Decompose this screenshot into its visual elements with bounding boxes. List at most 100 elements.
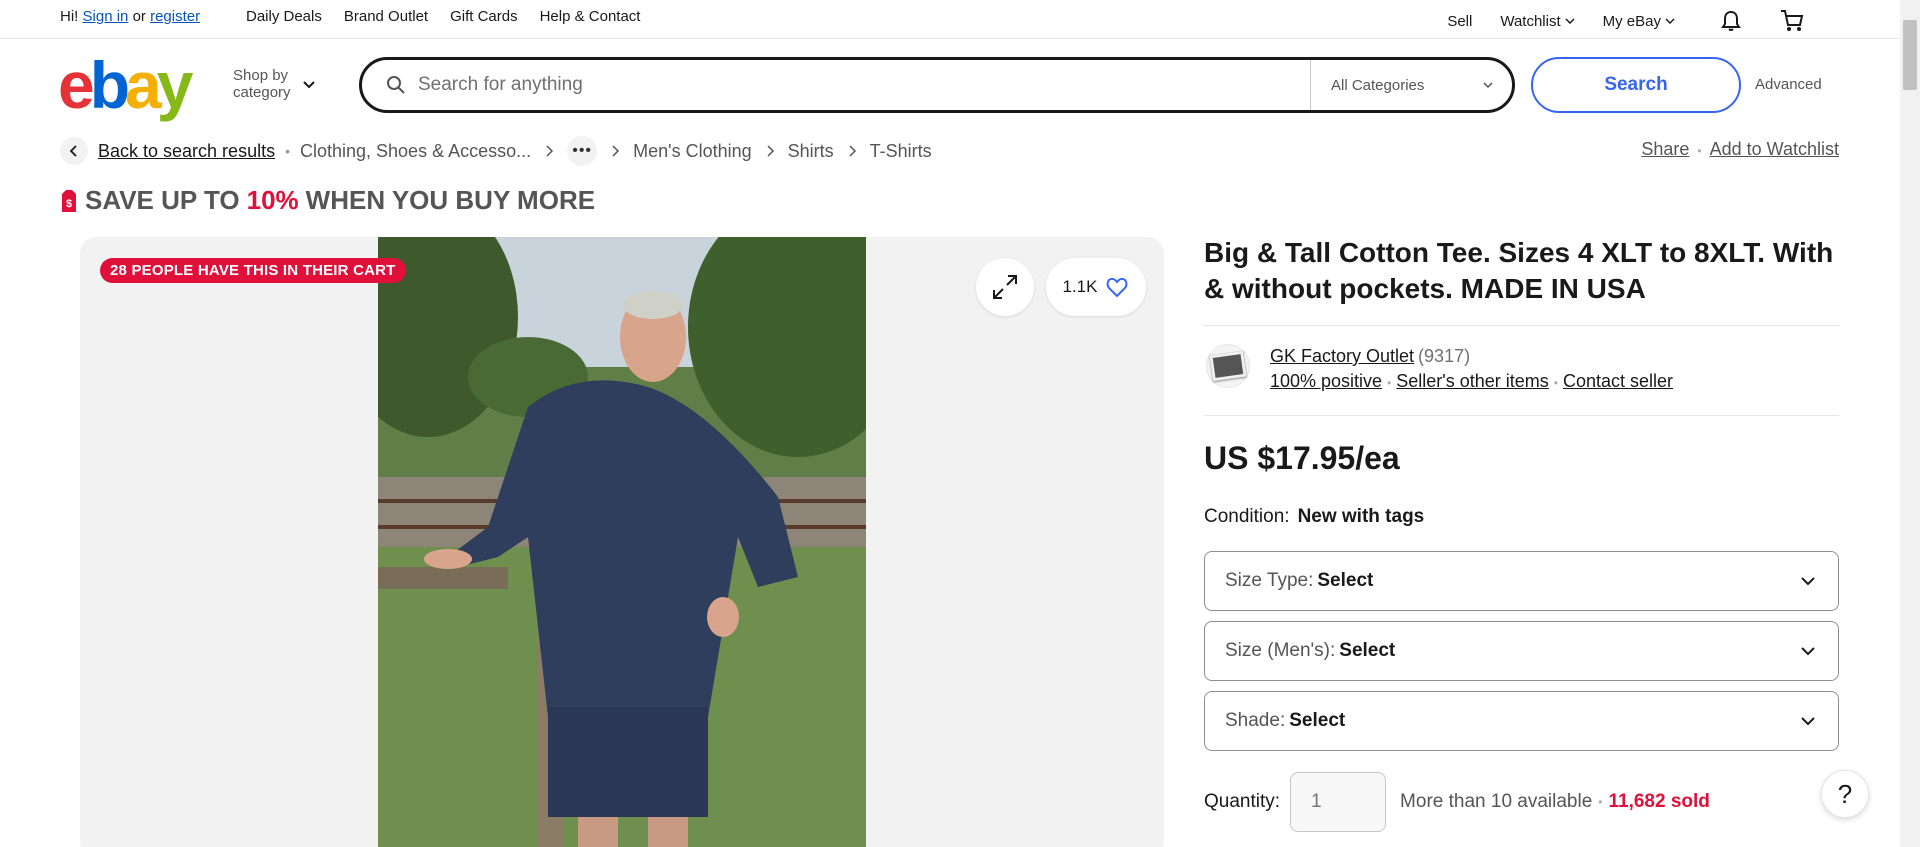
search-input[interactable] xyxy=(418,74,1298,96)
image-gallery: 28 PEOPLE HAVE THIS IN THEIR CART 1.1K xyxy=(80,237,1164,847)
quantity-input[interactable] xyxy=(1290,772,1387,832)
quantity-label: Quantity: xyxy=(1204,791,1281,812)
page-scrollbar[interactable] xyxy=(1900,0,1920,847)
dot-separator: • xyxy=(285,143,290,159)
heart-icon xyxy=(1106,277,1128,298)
quantity-row: Quantity: More than 10 available • 11,68… xyxy=(1204,772,1710,832)
chevron-down-icon xyxy=(1801,647,1815,656)
shop-by-line1: Shop by xyxy=(233,67,289,84)
sign-in-link[interactable]: Sign in xyxy=(83,8,129,25)
gift-cards-link[interactable]: Gift Cards xyxy=(450,8,518,25)
dot-separator: • xyxy=(1387,376,1392,390)
divider xyxy=(1204,325,1839,326)
cart-icon[interactable] xyxy=(1779,8,1805,34)
chevron-down-icon xyxy=(302,81,315,89)
watcher-count: 1.1K xyxy=(1062,277,1098,296)
promo-percent: 10% xyxy=(246,185,299,215)
condition-label: Condition: xyxy=(1204,506,1290,527)
help-icon: ? xyxy=(1837,778,1853,809)
shop-by-line2: category xyxy=(233,84,291,101)
logo-letter-e: e xyxy=(58,48,95,122)
chevron-down-icon xyxy=(1565,18,1575,25)
svg-text:$: $ xyxy=(66,198,72,210)
brand-outlet-link[interactable]: Brand Outlet xyxy=(344,8,428,25)
breadcrumb-item-clothing[interactable]: Clothing, Shoes & Accesso... xyxy=(300,141,531,162)
share-link[interactable]: Share xyxy=(1641,139,1689,159)
tag-icon: $ xyxy=(62,189,76,212)
logo-letter-b: b xyxy=(89,48,130,122)
item-title: Big & Tall Cotton Tee. Sizes 4 XLT to 8X… xyxy=(1204,237,1834,304)
greeting-text: Hi! xyxy=(60,8,79,25)
expand-image-button[interactable] xyxy=(976,258,1034,316)
breadcrumb-item-shirts[interactable]: Shirts xyxy=(788,141,834,162)
shop-by-label: Shop by category xyxy=(233,67,291,101)
select-label: Size Type: xyxy=(1225,570,1314,591)
shade-select[interactable]: Shade: Select xyxy=(1204,691,1839,751)
product-photo[interactable] xyxy=(378,237,866,847)
watch-button[interactable]: 1.1K xyxy=(1046,258,1146,316)
select-value: Select xyxy=(1317,570,1374,591)
daily-deals-link[interactable]: Daily Deals xyxy=(246,8,322,25)
select-label: Size (Men's): xyxy=(1225,640,1336,661)
scrollbar-thumb[interactable] xyxy=(1903,20,1917,90)
chevron-down-icon xyxy=(1801,577,1815,586)
select-label: Shade: xyxy=(1225,710,1286,731)
positive-feedback-link[interactable]: 100% positive xyxy=(1270,371,1382,391)
register-link[interactable]: register xyxy=(150,8,200,25)
contact-seller-link[interactable]: Contact seller xyxy=(1563,371,1673,391)
help-contact-link[interactable]: Help & Contact xyxy=(540,8,641,25)
condition-row: Condition: New with tags xyxy=(1204,506,1424,528)
watchlist-menu[interactable]: Watchlist xyxy=(1500,12,1575,30)
seller-avatar-image xyxy=(1209,350,1247,382)
watchlist-label: Watchlist xyxy=(1500,12,1561,30)
help-button[interactable]: ? xyxy=(1821,770,1869,818)
search-icon xyxy=(387,76,405,94)
seller-info: GK Factory Outlet (9317) 100% positive • Se… xyxy=(1270,344,1673,396)
seller-other-items-link[interactable]: Seller's other items xyxy=(1396,371,1549,391)
sell-link[interactable]: Sell xyxy=(1447,13,1472,30)
breadcrumb: Back to search results • Clothing, Shoes… xyxy=(60,136,932,166)
breadcrumb-more-button[interactable]: ••• xyxy=(567,136,598,166)
breadcrumb-item-t-shirts[interactable]: T-Shirts xyxy=(870,141,932,162)
category-select[interactable]: All Categories xyxy=(1310,60,1512,110)
select-value: Select xyxy=(1339,640,1396,661)
breadcrumb-item-mens-clothing[interactable]: Men's Clothing xyxy=(633,141,752,162)
chevron-right-icon xyxy=(612,145,620,157)
condition-value: New with tags xyxy=(1297,506,1425,527)
seller-card: GK Factory Outlet (9317) 100% positive • Se… xyxy=(1206,344,1673,396)
or-text: or xyxy=(132,8,146,25)
back-to-search-link[interactable]: Back to search results xyxy=(98,141,275,162)
ebay-logo[interactable]: ebay xyxy=(58,52,193,118)
greeting-area: Hi! Sign in or register xyxy=(60,8,200,25)
chevron-down-icon xyxy=(1665,18,1675,25)
add-to-watchlist-link[interactable]: Add to Watchlist xyxy=(1710,139,1839,159)
top-nav-links: Daily Deals Brand Outlet Gift Cards Help… xyxy=(246,8,662,25)
sold-count: 11,682 sold xyxy=(1608,791,1710,812)
dot-separator: • xyxy=(1553,376,1558,390)
size-mens-select[interactable]: Size (Men's): Select xyxy=(1204,621,1839,681)
logo-letter-y: y xyxy=(156,48,194,122)
size-type-select[interactable]: Size Type: Select xyxy=(1204,551,1839,611)
my-ebay-label: My eBay xyxy=(1602,12,1661,30)
dot-separator: • xyxy=(1697,144,1702,158)
seller-name-link[interactable]: GK Factory Outlet xyxy=(1270,346,1414,366)
promo-text-post: WHEN YOU BUY MORE xyxy=(305,185,596,215)
chevron-down-icon xyxy=(1801,717,1815,726)
dot-separator: • xyxy=(1598,795,1603,809)
search-button[interactable]: Search xyxy=(1531,57,1741,113)
chevron-right-icon xyxy=(767,145,774,157)
advanced-search-link[interactable]: Advanced xyxy=(1755,76,1822,93)
bell-icon[interactable] xyxy=(1719,9,1743,33)
promo-banner: $ SAVE UP TO 10% WHEN YOU BUY MORE xyxy=(60,185,595,216)
cart-count-badge: 28 PEOPLE HAVE THIS IN THEIR CART xyxy=(100,258,406,283)
search-bar: All Categories xyxy=(359,57,1515,113)
my-ebay-menu[interactable]: My eBay xyxy=(1603,13,1675,30)
top-utility-bar: Hi! Sign in or register Daily Deals Bran… xyxy=(0,0,1900,39)
share-watch-links: Share • Add to Watchlist xyxy=(1641,139,1839,160)
logo-letter-a: a xyxy=(125,48,162,122)
seller-avatar[interactable] xyxy=(1206,344,1250,388)
availability-text: More than 10 available xyxy=(1400,791,1593,812)
seller-feedback-count: (9317) xyxy=(1418,346,1471,366)
shop-by-category-button[interactable]: Shop by category xyxy=(233,67,317,101)
back-button[interactable] xyxy=(60,137,88,165)
